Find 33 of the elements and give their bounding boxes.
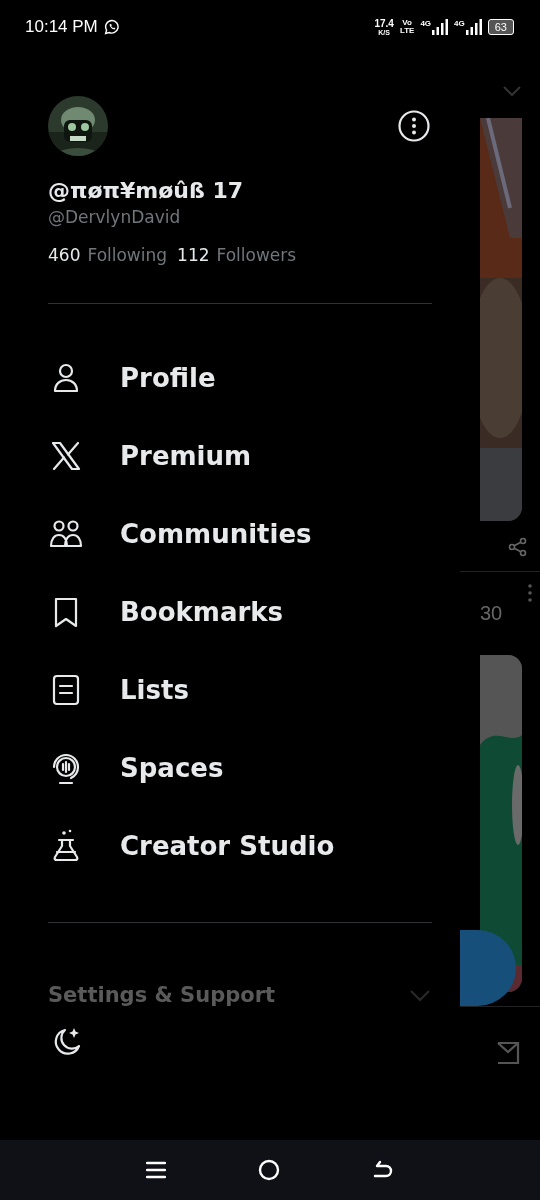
menu-item[interactable]: Communities [48, 502, 432, 566]
chat-bubble-icon [103, 19, 120, 35]
menu-item[interactable]: Profile [48, 346, 432, 410]
menu-icon[interactable] [146, 1161, 166, 1179]
menu-item[interactable]: Spaces [48, 736, 432, 800]
following-count[interactable]: 460 [48, 245, 81, 265]
followers-label[interactable]: Followers [216, 245, 297, 265]
back-icon[interactable] [372, 1160, 394, 1180]
network-type: 4G [454, 19, 465, 28]
following-label[interactable]: Following [87, 245, 168, 265]
network-speed: 17.4 [374, 18, 394, 29]
share-icon [508, 537, 528, 557]
followers-count[interactable]: 112 [177, 245, 210, 265]
menu-item[interactable]: Bookmarks [48, 580, 432, 644]
menu-item[interactable]: Creator Studio [48, 814, 432, 878]
count-label: 30 [480, 602, 503, 625]
network-type: 4G [420, 19, 432, 28]
user-handle: @DervlynDavid [48, 207, 182, 227]
chevron-down-icon [408, 987, 432, 1003]
more-options-icon[interactable] [398, 110, 430, 142]
mail-icon [496, 1041, 520, 1065]
signal-icon [432, 19, 449, 35]
more-vertical-icon [528, 584, 532, 602]
menu-item[interactable]: Lists [48, 658, 432, 722]
menu-item[interactable]: Premium [48, 424, 432, 488]
battery-indicator: 63 [487, 19, 514, 35]
chevron-down-icon [502, 86, 522, 96]
display-name: @πøπ¥møûß 17 [48, 178, 245, 203]
signal-icon [465, 19, 482, 35]
volte-label: Vo [402, 19, 412, 27]
home-icon[interactable] [258, 1159, 280, 1181]
volte-label: LTE [399, 27, 415, 35]
clock-time: 10:14 PM [25, 17, 98, 37]
